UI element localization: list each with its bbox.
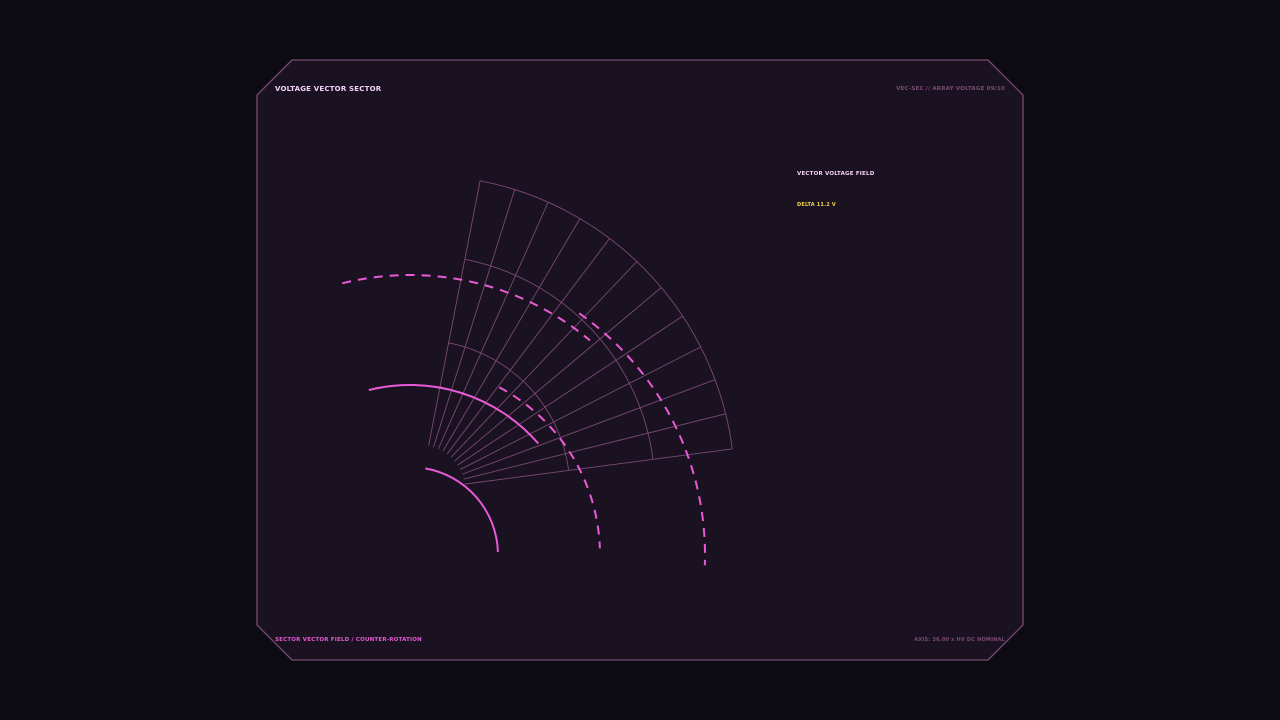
field-label: VECTOR VOLTAGE FIELD — [797, 171, 875, 177]
panel-code: VEC-SEC // ARRAY VOLTAGE 09/10 — [896, 86, 1005, 92]
footer-axis-note: AXIS: 36.00 x HV DC NOMINAL — [914, 637, 1005, 643]
diagram-canvas — [256, 59, 1024, 661]
hud-stage: VOLTAGE VECTOR SECTOR VEC-SEC // ARRAY V… — [0, 0, 1280, 720]
panel-title: VOLTAGE VECTOR SECTOR — [275, 85, 382, 93]
hud-panel-frame — [256, 59, 1024, 661]
delta-readout: DELTA 11.2 V — [797, 202, 836, 208]
footer-caption: SECTOR VECTOR FIELD / COUNTER-ROTATION — [275, 637, 422, 643]
